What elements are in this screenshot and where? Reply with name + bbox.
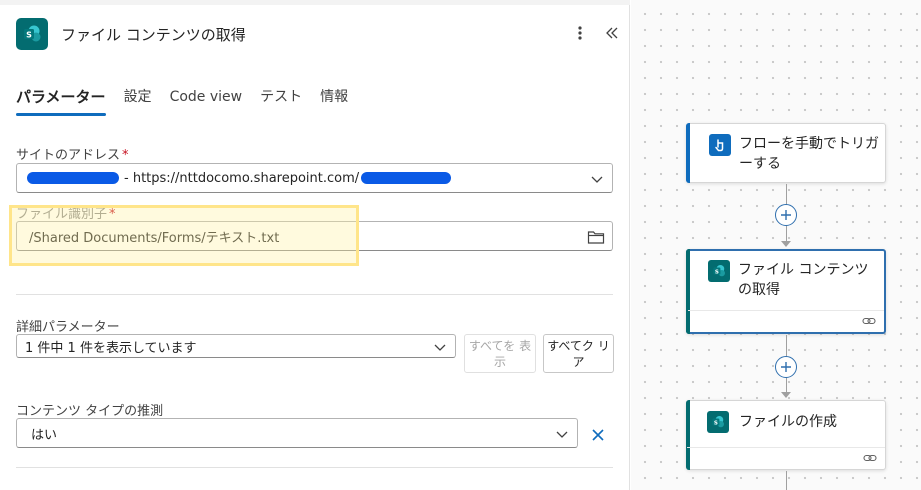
tab-test[interactable]: テスト <box>260 86 302 116</box>
card-accent-bar <box>686 123 690 183</box>
site-address-value: - https://nttdocomo.sharepoint.com/ <box>124 170 360 186</box>
clear-all-label: すべてク リア <box>547 338 610 369</box>
chevron-down-icon <box>591 176 603 183</box>
link-icon <box>862 317 876 325</box>
content-type-label: コンテンツ タイプの推測 <box>16 404 164 419</box>
file-id-label-text: ファイル識別子 <box>16 207 108 222</box>
action-details-panel: S ファイル コンテンツの取得 パラメーター 設定 Code view テスト … <box>0 0 630 490</box>
required-marker: * <box>122 148 129 163</box>
site-address-label: サイトのアドレス * <box>16 144 129 163</box>
add-step-button[interactable] <box>775 356 797 378</box>
file-id-value: /Shared Documents/Forms/テキスト.txt <box>29 230 280 246</box>
tab-settings[interactable]: 設定 <box>124 86 152 116</box>
arrow-down-icon <box>781 241 791 247</box>
flow-card-get-file-content[interactable]: S ファイル コンテンツの取得 <box>686 249 886 334</box>
tab-code-view[interactable]: Code view <box>170 86 243 116</box>
show-all-label: すべてを 表示 <box>468 338 532 369</box>
svg-text:S: S <box>714 420 718 426</box>
panel-top-strip <box>0 0 630 5</box>
required-marker: * <box>109 207 116 222</box>
sharepoint-icon: S <box>16 18 48 50</box>
chevron-down-icon <box>434 344 446 351</box>
card-footer <box>687 447 885 469</box>
redacted-text <box>361 172 452 184</box>
section-divider <box>16 294 613 295</box>
double-chevron-left-icon <box>606 27 618 39</box>
show-all-button[interactable]: すべてを 表示 <box>464 334 536 373</box>
plus-icon <box>781 362 791 372</box>
section-divider <box>16 467 613 468</box>
clear-all-button[interactable]: すべてク リア <box>543 334 614 373</box>
content-type-value: はい <box>31 427 58 443</box>
arrow-down-icon <box>781 392 791 398</box>
flow-card-create-file[interactable]: S ファイルの作成 <box>686 400 886 470</box>
sharepoint-icon: S <box>708 260 730 282</box>
svg-text:S: S <box>715 269 719 275</box>
more-options-button[interactable] <box>572 22 588 44</box>
more-vertical-icon <box>578 26 582 40</box>
flow-connector <box>786 471 787 490</box>
card-footer <box>688 310 884 332</box>
card-title: ファイルの作成 <box>739 414 837 430</box>
manual-trigger-icon <box>709 134 731 156</box>
tab-parameters[interactable]: パラメーター <box>16 86 106 116</box>
panel-title: ファイル コンテンツの取得 <box>61 26 246 44</box>
content-type-dropdown[interactable]: はい <box>16 418 578 448</box>
chevron-down-icon <box>556 431 568 438</box>
link-icon <box>863 454 877 462</box>
redacted-text <box>27 172 119 184</box>
plus-icon <box>781 210 791 220</box>
site-address-dropdown[interactable]: - https://nttdocomo.sharepoint.com/ <box>16 163 613 193</box>
advanced-params-dropdown[interactable]: 1 件中 1 件を表示しています <box>16 334 456 358</box>
file-id-label: ファイル識別子 * <box>16 203 116 222</box>
panel-tabs: パラメーター 設定 Code view テスト 情報 <box>16 86 366 118</box>
remove-parameter-icon[interactable] <box>590 427 606 443</box>
add-step-button[interactable] <box>775 204 797 226</box>
sharepoint-icon: S <box>707 411 729 433</box>
site-address-label-text: サイトのアドレス <box>16 148 121 163</box>
flow-designer-canvas[interactable]: フローを手動でトリガーする S ファイル コンテンツの取得 S ファイルの作成 <box>631 0 921 490</box>
panel-header: S ファイル コンテンツの取得 <box>16 18 621 50</box>
file-id-input[interactable]: /Shared Documents/Forms/テキスト.txt <box>16 221 613 251</box>
advanced-params-value: 1 件中 1 件を表示しています <box>25 340 197 356</box>
flow-card-manual-trigger[interactable]: フローを手動でトリガーする <box>686 123 886 183</box>
advanced-params-label: 詳細パラメーター <box>16 320 120 335</box>
collapse-panel-button[interactable] <box>602 22 622 44</box>
svg-text:S: S <box>26 31 32 40</box>
card-title: ファイル コンテンツの取得 <box>738 262 869 298</box>
tab-about[interactable]: 情報 <box>320 86 348 116</box>
folder-browse-icon[interactable] <box>587 229 605 245</box>
card-title: フローを手動でトリガーする <box>739 136 879 172</box>
